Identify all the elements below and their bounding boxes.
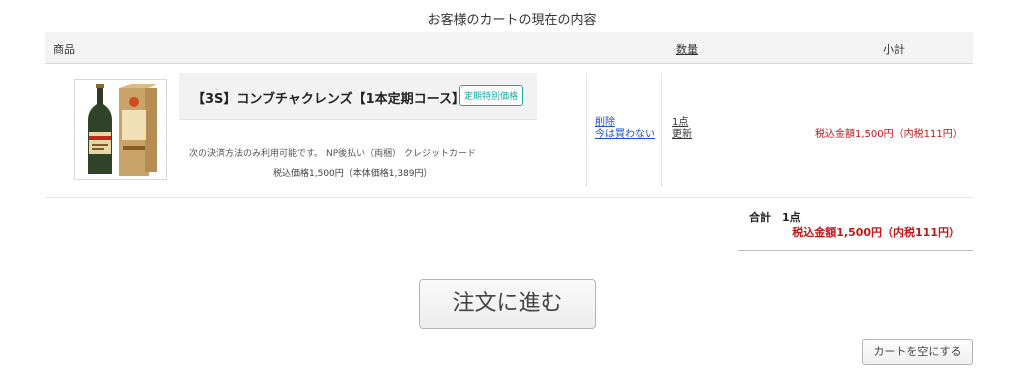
proceed-to-order-button[interactable]: 注文に進む [419, 279, 596, 329]
item-actions: 削除 今は買わない [595, 117, 655, 141]
column-divider [586, 73, 587, 187]
cart-table-header: 商品 数量 小計 [45, 32, 973, 64]
header-subtotal: 小計 [883, 43, 905, 56]
subscription-price-badge: 定期特別価格 [459, 85, 524, 106]
line-total: 税込金額1,500円（内税111円） [815, 129, 963, 140]
quantity-value: 1点 [672, 117, 689, 128]
update-quantity-link[interactable]: 更新 [672, 129, 692, 141]
product-bottle-image[interactable] [74, 79, 167, 180]
delete-link[interactable]: 削除 [595, 117, 655, 129]
column-divider [661, 73, 662, 187]
total-label: 合計 [749, 211, 771, 224]
grand-total: 税込金額1,500円（内税111円） [792, 226, 960, 239]
product-name-box: 【3S】コンブチャクレンズ【1本定期コース】 定期特別価格 [179, 73, 537, 120]
cart-title: お客様のカートの現在の内容 [427, 13, 597, 28]
cart-item-row: 【3S】コンブチャクレンズ【1本定期コース】 定期特別価格 次の決済方法のみ利用… [45, 64, 973, 198]
empty-cart-button[interactable]: カートを空にする [862, 339, 973, 365]
payment-method-note: 次の決済方法のみ利用可能です。 NP後払い（両梱） クレジットカード [189, 149, 476, 159]
cart-summary: 合計 1点 税込金額1,500円（内税111円） [738, 205, 973, 251]
save-for-later-link[interactable]: 今は買わない [595, 129, 655, 141]
header-product: 商品 [53, 43, 75, 56]
product-name: 【3S】コンブチャクレンズ【1本定期コース】 [192, 92, 466, 107]
item-quantity: 1点 更新 [672, 117, 692, 141]
total-count: 1点 [782, 211, 801, 224]
header-quantity[interactable]: 数量 [676, 41, 698, 57]
unit-price: 税込価格1,500円（本体価格1,389円） [273, 169, 433, 179]
